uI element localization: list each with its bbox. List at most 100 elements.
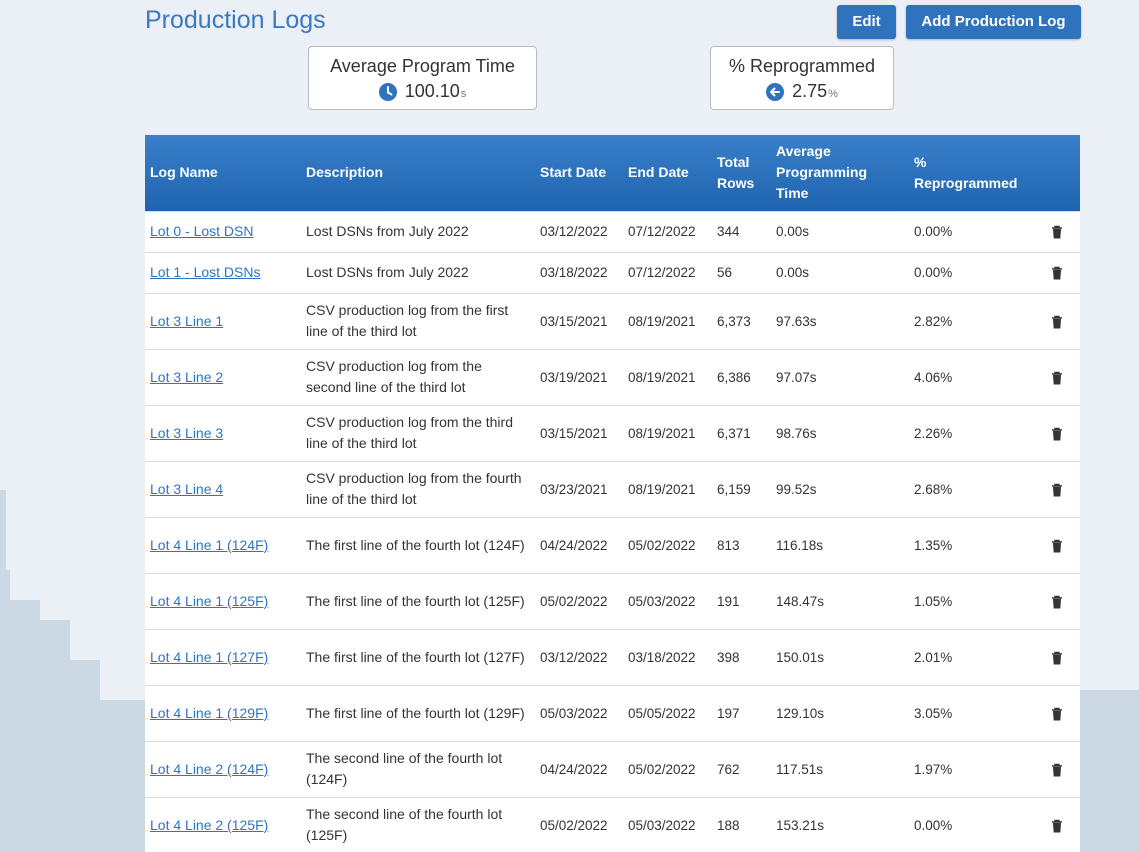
page-title: Production Logs <box>145 6 326 34</box>
table-row: Lot 4 Line 1 (124F) The first line of th… <box>145 516 1080 573</box>
average-programming-time: 150.01s <box>771 628 909 685</box>
reprogrammed-percent: 0.00% <box>909 210 1034 252</box>
average-programming-time: 148.47s <box>771 572 909 629</box>
log-name-link[interactable]: Lot 4 Line 2 (124F) <box>150 761 268 777</box>
reprogrammed-percent: 3.05% <box>909 684 1034 741</box>
reprogrammed-unit: % <box>828 88 838 100</box>
total-rows: 191 <box>712 572 771 629</box>
total-rows: 6,386 <box>712 348 771 405</box>
page: Production Logs Edit Add Production Log … <box>0 0 1139 852</box>
total-rows: 813 <box>712 516 771 573</box>
average-programming-time: 98.76s <box>771 404 909 461</box>
log-name-link[interactable]: Lot 3 Line 2 <box>150 369 223 385</box>
start-date: 04/24/2022 <box>535 516 623 573</box>
log-name-link[interactable]: Lot 4 Line 2 (125F) <box>150 817 268 833</box>
table-row: Lot 1 - Lost DSNs Lost DSNs from July 20… <box>145 251 1080 293</box>
log-name-link[interactable]: Lot 0 - Lost DSN <box>150 223 254 239</box>
table-row: Lot 4 Line 2 (124F) The second line of t… <box>145 740 1080 797</box>
edit-button[interactable]: Edit <box>837 5 896 39</box>
header-end-date[interactable]: End Date <box>623 135 712 211</box>
add-production-log-button[interactable]: Add Production Log <box>906 5 1081 39</box>
trash-icon[interactable] <box>1051 539 1063 553</box>
header-description[interactable]: Description <box>301 135 535 211</box>
reprogrammed-percent: 4.06% <box>909 348 1034 405</box>
log-name-link[interactable]: Lot 4 Line 1 (127F) <box>150 649 268 665</box>
trash-icon[interactable] <box>1051 225 1063 239</box>
log-name-link[interactable]: Lot 3 Line 4 <box>150 481 223 497</box>
trash-icon[interactable] <box>1051 266 1063 280</box>
start-date: 03/19/2021 <box>535 348 623 405</box>
table-row: Lot 3 Line 2 CSV production log from the… <box>145 348 1080 405</box>
log-description: The first line of the fourth lot (125F) <box>301 572 535 629</box>
trash-icon[interactable] <box>1051 371 1063 385</box>
end-date: 05/02/2022 <box>623 740 712 797</box>
log-name-link[interactable]: Lot 3 Line 1 <box>150 313 223 329</box>
trash-icon[interactable] <box>1051 595 1063 609</box>
reprogrammed-label: % Reprogrammed <box>728 56 876 76</box>
reprogrammed-percent: 2.68% <box>909 460 1034 517</box>
log-description: The second line of the fourth lot (124F) <box>301 740 535 797</box>
average-programming-time: 116.18s <box>771 516 909 573</box>
table-row: Lot 4 Line 2 (125F) The second line of t… <box>145 796 1080 852</box>
reprogrammed-percent: 2.82% <box>909 292 1034 349</box>
average-programming-time: 0.00s <box>771 251 909 293</box>
start-date: 03/15/2021 <box>535 292 623 349</box>
start-date: 03/18/2022 <box>535 251 623 293</box>
log-description: Lost DSNs from July 2022 <box>301 251 535 293</box>
header-total-rows[interactable]: Total Rows <box>712 135 771 211</box>
table-row: Lot 3 Line 1 CSV production log from the… <box>145 292 1080 349</box>
total-rows: 344 <box>712 210 771 252</box>
total-rows: 762 <box>712 740 771 797</box>
trash-icon[interactable] <box>1051 483 1063 497</box>
log-description: CSV production log from the first line o… <box>301 292 535 349</box>
total-rows: 6,159 <box>712 460 771 517</box>
header-start-date[interactable]: Start Date <box>535 135 623 211</box>
reprogrammed-percent: 0.00% <box>909 251 1034 293</box>
average-program-time-card: Average Program Time 100.10s <box>308 46 537 110</box>
trash-icon[interactable] <box>1051 763 1063 777</box>
header-log-name[interactable]: Log Name <box>145 135 301 211</box>
start-date: 03/12/2022 <box>535 210 623 252</box>
log-name-link[interactable]: Lot 1 - Lost DSNs <box>150 264 261 280</box>
header-average-programming-time[interactable]: Average Programming Time <box>771 135 909 211</box>
end-date: 05/02/2022 <box>623 516 712 573</box>
clock-icon <box>378 82 397 101</box>
header-actions <box>1034 135 1080 211</box>
log-description: The first line of the fourth lot (124F) <box>301 516 535 573</box>
end-date: 07/12/2022 <box>623 210 712 252</box>
start-date: 03/12/2022 <box>535 628 623 685</box>
log-name-link[interactable]: Lot 4 Line 1 (129F) <box>150 705 268 721</box>
average-programming-time: 99.52s <box>771 460 909 517</box>
table-row: Lot 0 - Lost DSN Lost DSNs from July 202… <box>145 210 1080 252</box>
average-programming-time: 97.63s <box>771 292 909 349</box>
average-program-time-value: 100.10 <box>404 81 460 101</box>
end-date: 05/03/2022 <box>623 796 712 852</box>
reprogrammed-percent: 2.26% <box>909 404 1034 461</box>
log-description: CSV production log from the fourth line … <box>301 460 535 517</box>
end-date: 05/03/2022 <box>623 572 712 629</box>
start-date: 05/03/2022 <box>535 684 623 741</box>
trash-icon[interactable] <box>1051 819 1063 833</box>
trash-icon[interactable] <box>1051 427 1063 441</box>
end-date: 05/05/2022 <box>623 684 712 741</box>
header-reprogrammed[interactable]: % Reprogrammed <box>909 135 1034 211</box>
log-name-link[interactable]: Lot 4 Line 1 (125F) <box>150 593 268 609</box>
log-name-link[interactable]: Lot 3 Line 3 <box>150 425 223 441</box>
total-rows: 6,373 <box>712 292 771 349</box>
start-date: 05/02/2022 <box>535 572 623 629</box>
table-row: Lot 4 Line 1 (125F) The first line of th… <box>145 572 1080 629</box>
start-date: 04/24/2022 <box>535 740 623 797</box>
reprogrammed-value: 2.75 <box>792 81 828 101</box>
trash-icon[interactable] <box>1051 315 1063 329</box>
reprogrammed-percent: 2.01% <box>909 628 1034 685</box>
start-date: 03/15/2021 <box>535 404 623 461</box>
trash-icon[interactable] <box>1051 707 1063 721</box>
table-row: Lot 3 Line 3 CSV production log from the… <box>145 404 1080 461</box>
trash-icon[interactable] <box>1051 651 1063 665</box>
reprogrammed-percent: 0.00% <box>909 796 1034 852</box>
end-date: 08/19/2021 <box>623 292 712 349</box>
log-name-link[interactable]: Lot 4 Line 1 (124F) <box>150 537 268 553</box>
table-row: Lot 3 Line 4 CSV production log from the… <box>145 460 1080 517</box>
arrow-left-circle-icon <box>766 82 785 101</box>
reprogrammed-percent: 1.05% <box>909 572 1034 629</box>
